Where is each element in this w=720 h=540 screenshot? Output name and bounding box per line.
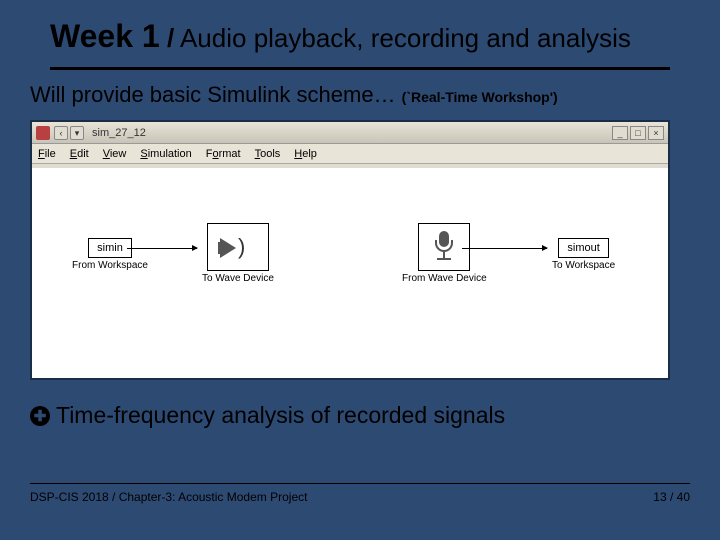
menu-simulation[interactable]: Simulation [140,148,191,160]
block-simin-label: From Workspace [72,260,148,271]
menu-tools[interactable]: Tools [255,148,281,160]
block-fromwave-box [418,223,470,271]
menubar: File Edit View Simulation Format Tools H… [32,144,668,164]
block-towave-box: ) [207,223,269,271]
simulink-window: ‹ ▾ sim_27_12 _ □ × File Edit View Simul… [30,120,670,380]
title-topic: Audio playback, recording and analysis [180,23,631,53]
footer-left: DSP-CIS 2018 / Chapter-3: Acoustic Modem… [30,490,307,504]
speaker-icon: ) [218,228,258,263]
block-simout-label: To Workspace [552,260,615,271]
bullet-text: Time-frequency analysis of recorded sign… [56,402,505,429]
title-separator: / [167,23,174,53]
footer-page: 13 / 40 [653,490,690,504]
nav-dropdown-icon[interactable]: ▾ [70,126,84,140]
maximize-icon[interactable]: □ [630,126,646,140]
window-title: sim_27_12 [90,127,612,139]
arrow-fromwave-simout [462,248,547,249]
title-week: Week 1 [50,18,160,54]
model-canvas[interactable]: simin From Workspace ) To Wave Device [32,168,668,378]
block-simin[interactable]: simin From Workspace [72,238,148,271]
menu-format[interactable]: Format [206,148,241,160]
close-icon[interactable]: × [648,126,664,140]
menu-file[interactable]: File [38,148,56,160]
block-fromwave-label: From Wave Device [402,273,487,284]
slide-footer: DSP-CIS 2018 / Chapter-3: Acoustic Modem… [30,483,690,504]
nav-back-icon[interactable]: ‹ [54,126,68,140]
block-towave[interactable]: ) To Wave Device [202,223,274,284]
bullet-line: ✚ Time-frequency analysis of recorded si… [0,384,720,435]
block-simin-box: simin [88,238,132,258]
footer-divider [30,483,690,484]
app-icon [36,126,50,140]
arrow-simin-towave [127,248,197,249]
minimize-icon[interactable]: _ [612,126,628,140]
subtitle-text: Will provide basic Simulink scheme… [30,82,402,107]
slide-title: Week 1 / Audio playback, recording and a… [50,18,670,55]
slide-header: Week 1 / Audio playback, recording and a… [0,0,720,63]
menu-edit[interactable]: Edit [70,148,89,160]
block-simout[interactable]: simout To Workspace [552,238,615,271]
window-controls: _ □ × [612,126,664,140]
titlebar-nav: ‹ ▾ [54,126,84,140]
block-towave-label: To Wave Device [202,273,274,284]
block-simout-box: simout [558,238,608,258]
menu-help[interactable]: Help [294,148,317,160]
menu-view[interactable]: View [103,148,127,160]
block-fromwave[interactable]: From Wave Device [402,223,487,284]
plus-bullet-icon: ✚ [30,406,50,426]
subtitle-note: (`Real-Time Workshop') [402,89,558,105]
subtitle-line: Will provide basic Simulink scheme… (`Re… [0,70,720,116]
window-titlebar: ‹ ▾ sim_27_12 _ □ × [32,122,668,144]
microphone-icon [429,228,459,263]
